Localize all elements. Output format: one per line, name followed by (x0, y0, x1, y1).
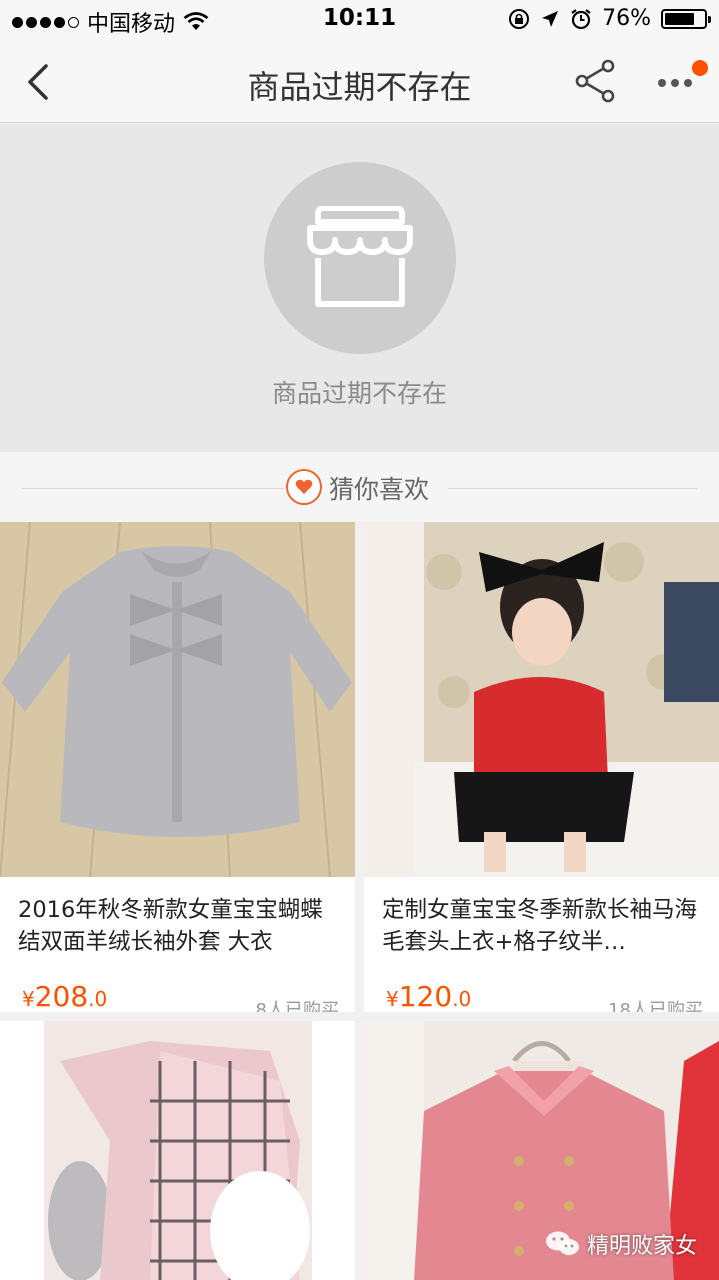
store-placeholder (264, 162, 456, 354)
battery-percent: 76% (602, 6, 651, 31)
navigation-bar: 商品过期不存在 (0, 40, 719, 123)
wechat-icon (545, 1231, 579, 1255)
alarm-icon (571, 8, 591, 29)
rotation-lock-icon (509, 8, 530, 29)
product-title: 定制女童宝宝冬季新款长袖马海毛套头上衣+格子纹半… (382, 897, 698, 955)
expired-notice: 商品过期不存在 (0, 124, 719, 452)
watermark: 精明败家女 (545, 1228, 697, 1260)
product-title: 2016年秋冬新款女童宝宝蝴蝶结双面羊绒长袖外套 大衣 (18, 897, 323, 955)
share-icon (575, 59, 615, 103)
product-price: ¥120.0 (386, 980, 472, 1012)
product-image (0, 1021, 355, 1280)
share-button[interactable] (574, 58, 618, 104)
recommend-header: 猜你喜欢 (0, 452, 719, 522)
heart-icon (286, 469, 322, 505)
location-icon (542, 10, 559, 27)
more-button[interactable] (654, 58, 710, 104)
sold-count: 18人已购买 (608, 1000, 703, 1012)
notification-badge (692, 60, 708, 76)
more-icon (658, 79, 692, 87)
expired-message: 商品过期不存在 (271, 379, 447, 408)
product-card[interactable] (0, 1021, 355, 1280)
watermark-text: 精明败家女 (586, 1234, 697, 1259)
recommend-title: 猜你喜欢 (329, 475, 430, 504)
product-image (364, 522, 719, 877)
product-image (0, 522, 355, 877)
sold-count: 8人已购买 (255, 1000, 339, 1012)
product-price: ¥208.0 (22, 980, 108, 1012)
divider-left (22, 488, 284, 489)
divider-right (448, 488, 697, 489)
status-bar: 中国移动 10:11 76% (0, 0, 719, 40)
product-card[interactable]: 定制女童宝宝冬季新款长袖马海毛套头上衣+格子纹半… ¥120.0 18人已购买 (364, 522, 719, 1012)
store-icon (307, 206, 413, 307)
product-card[interactable]: 2016年秋冬新款女童宝宝蝴蝶结双面羊绒长袖外套 大衣 ¥208.0 8人已购买 (0, 522, 355, 1012)
battery-icon (661, 8, 711, 29)
